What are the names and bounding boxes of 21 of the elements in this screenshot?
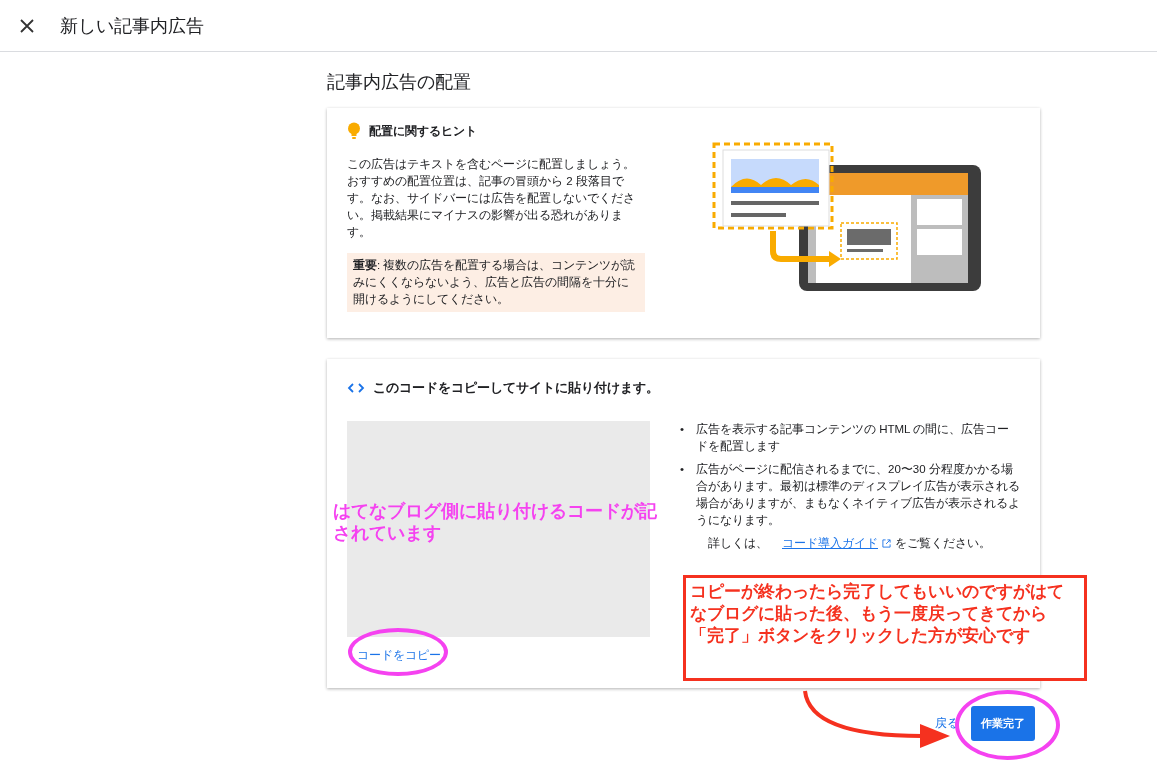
page-title: 新しい記事内広告 bbox=[60, 14, 204, 38]
copy-code-link[interactable]: コードをコピー bbox=[357, 647, 441, 664]
external-link-icon bbox=[882, 539, 891, 548]
hint-title: 配置に関するヒント bbox=[369, 122, 477, 140]
code-guide-link[interactable]: コード導入ガイド bbox=[782, 535, 878, 552]
bullet-marker: • bbox=[680, 462, 686, 477]
annotation-callout: コピーが終わったら完了してもいいのですがはてなブログに貼った後、もう一度戻ってきてから「完了」ボタンをクリックした方が安心です bbox=[683, 575, 1087, 681]
close-icon[interactable] bbox=[20, 18, 34, 33]
bullet-marker: • bbox=[680, 422, 686, 437]
code-card-title: このコードをコピーしてサイトに貼り付けます。 bbox=[373, 379, 659, 397]
code-icon bbox=[347, 382, 365, 394]
hint-text: この広告はテキストを含むページに配置しましょう。おすすめの配置位置は、記事の冒頭から 2 段落目です。なお、サイドバーには広告を配置しないでください。掲載結果にマイナスの影響が出る恐れがあります。 bbox=[347, 157, 636, 240]
annotation-text: はてなブログ側に貼り付けるコードが記されています bbox=[333, 500, 658, 544]
done-button[interactable]: 作業完了 bbox=[971, 706, 1035, 741]
lightbulb-icon bbox=[347, 122, 361, 140]
instruction-item: 広告を表示する記事コンテンツの HTML の間に、広告コードを配置します bbox=[696, 422, 1011, 454]
section-title: 記事内広告の配置 bbox=[327, 71, 472, 94]
instruction-item: 広告がページに配信されるまでに、20〜30 分程度かかる場合があります。最初は標準のディスプレイ広告が表示される場合がありますが、まもなくネイティブ広告が表示されるようになります。 bbox=[696, 462, 1020, 529]
more-info-suffix: をご覧ください。 bbox=[895, 536, 991, 551]
important-notice: 重要: 複数の広告を配置する場合は、コンテンツが読みにくくならないよう、広告と広告の間隔を十分に開けるようにしてください。 bbox=[347, 253, 645, 312]
more-info-text: 詳しくは、 bbox=[708, 536, 768, 551]
